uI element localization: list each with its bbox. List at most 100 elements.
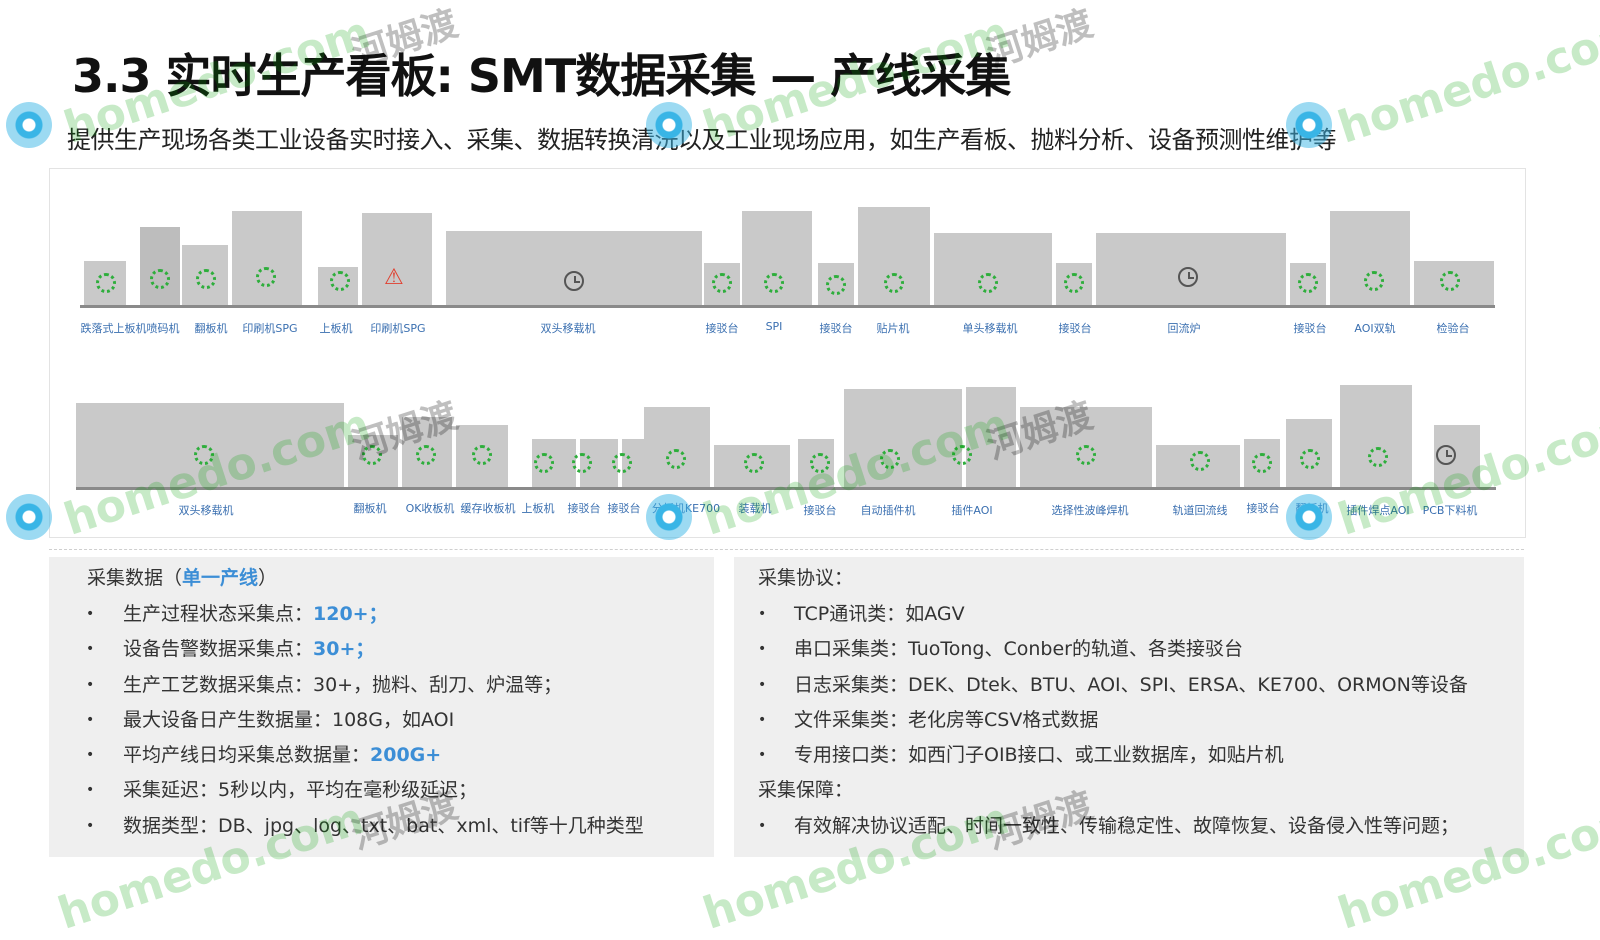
- machine-label: 回流炉: [1167, 322, 1201, 335]
- running-status-icon: [256, 267, 276, 287]
- list-item: • 串口采集类：TuoTong、Conber的轨道、各类接驳台: [758, 638, 1243, 661]
- machine-label: 印刷机SPG: [242, 322, 298, 335]
- machine-dual-transfer-2[interactable]: [76, 403, 344, 487]
- running-status-icon: [1364, 271, 1384, 291]
- list-item: • 专用接口类：如西门子OIB接口、或工业数据库，如贴片机: [758, 744, 1284, 767]
- machine-label: 印刷机SPG: [370, 322, 426, 335]
- list-item: • 生产工艺数据采集点：30+，抛料、刮刀、炉温等；: [86, 673, 563, 696]
- machine-label: 插件焊点AOI: [1346, 504, 1410, 517]
- running-status-icon: [826, 275, 846, 295]
- running-status-icon: [744, 453, 764, 473]
- machine-flipper-1[interactable]: [140, 227, 180, 305]
- machine-label: 接驳台: [819, 322, 853, 335]
- running-status-icon: [194, 445, 214, 465]
- machine-label: 单头移载机: [962, 322, 1018, 335]
- panel-heading: 采集协议：: [758, 567, 854, 589]
- machine-insert-aoi[interactable]: [966, 387, 1016, 487]
- watermark-flower-icon: [6, 102, 52, 148]
- section-divider: [49, 549, 1524, 550]
- running-status-icon: [572, 453, 592, 473]
- collection-protocol-panel: 采集协议： • TCP通讯类：如AGV • 串口采集类：TuoTong、Conber…: [734, 557, 1524, 857]
- list-item: • 有效解决协议适配、时间一致性、传输稳定性、故障恢复、设备侵入性等问题；: [758, 814, 1460, 837]
- running-status-icon: [96, 273, 116, 293]
- watermark-latin: homedo.com: [1332, 7, 1600, 154]
- idle-clock-icon: [1178, 267, 1198, 287]
- machine-label: 翻板机: [194, 322, 228, 335]
- machine-solder-aoi[interactable]: [1340, 385, 1412, 487]
- running-status-icon: [196, 269, 216, 289]
- running-status-icon: [884, 273, 904, 293]
- running-status-icon: [1076, 445, 1096, 465]
- alarm-warning-icon[interactable]: ⚠: [384, 267, 404, 289]
- machine-label: 接驳台: [1293, 322, 1327, 335]
- list-item: • 最大设备日产生数据量：108G，如AOI: [86, 708, 455, 731]
- machine-label: AOI双轨: [1354, 322, 1396, 335]
- panel-heading: 采集数据（单一产线）: [87, 567, 278, 589]
- machine-single-transfer[interactable]: [934, 233, 1052, 305]
- running-status-icon: [880, 449, 900, 469]
- list-item: • 日志采集类：DEK、Dtek、BTU、AOI、SPI、ERSA、KE700、O…: [758, 673, 1468, 696]
- running-status-icon: [1252, 453, 1272, 473]
- machine-label: 翻板机: [353, 502, 387, 515]
- idle-clock-icon: [564, 271, 584, 291]
- machine-label: PCB下料机: [1422, 504, 1478, 517]
- machine-dual-transfer[interactable]: [446, 231, 702, 305]
- list-item: • 采集延迟：5秒以内，平均在毫秒级延迟；: [86, 779, 478, 802]
- running-status-icon: [416, 445, 436, 465]
- machine-label: OK收板机: [405, 502, 455, 515]
- running-status-icon: [1064, 273, 1084, 293]
- running-status-icon: [1298, 273, 1318, 293]
- running-status-icon: [978, 273, 998, 293]
- running-status-icon: [534, 453, 554, 473]
- page-subtitle: 提供生产现场各类工业设备实时接入、采集、数据转换清洗以及工业现场应用，如生产看板…: [67, 126, 1337, 154]
- list-item: • 数据类型：DB、jpg、log、txt、bat、xml、tif等十几种类型: [86, 814, 644, 837]
- machine-label: 接驳台: [1246, 502, 1280, 515]
- running-status-icon: [1190, 451, 1210, 471]
- running-status-icon: [810, 453, 830, 473]
- machine-depanel-ke700[interactable]: [644, 407, 710, 487]
- machine-label: 上板机: [521, 502, 555, 515]
- machine-label: 插件AOI: [951, 504, 993, 517]
- machine-label: 双头移载机: [178, 504, 234, 517]
- machine-printer-spg-2[interactable]: [362, 213, 432, 305]
- machine-label: 接驳台: [567, 502, 601, 515]
- list-item: • TCP通讯类：如AGV: [758, 603, 965, 625]
- machine-label: 接驳台: [607, 502, 641, 515]
- list-item: • 文件采集类：老化房等CSV格式数据: [758, 708, 1099, 731]
- watermark-flower-icon: [6, 494, 52, 540]
- list-item: • 平均产线日均采集总数据量：200G+: [86, 744, 442, 767]
- running-status-icon: [952, 445, 972, 465]
- running-status-icon: [1440, 271, 1460, 291]
- conveyor-line-2: [76, 487, 1496, 490]
- running-status-icon: [150, 269, 170, 289]
- collection-data-list: • 生产过程状态采集点：120+； • 设备告警数据采集点：30+； • 生产工艺数据…: [49, 597, 644, 844]
- machine-label: 接驳台: [705, 322, 739, 335]
- running-status-icon: [764, 273, 784, 293]
- machine-label: 贴片机: [876, 322, 910, 335]
- machine-label: SPI: [765, 320, 783, 333]
- collection-data-panel: 采集数据（单一产线） • 生产过程状态采集点：120+； • 设备告警数据采集点：3…: [49, 557, 714, 857]
- running-status-icon: [1368, 447, 1388, 467]
- machine-auto-insertion[interactable]: [844, 389, 962, 487]
- running-status-icon: [612, 453, 632, 473]
- machine-label: 缓存收板机: [460, 502, 516, 515]
- machine-printer-spg-1[interactable]: [232, 211, 302, 305]
- machine-label: 接驳台: [1058, 322, 1092, 335]
- running-status-icon: [362, 445, 382, 465]
- machine-label: 翻板机: [1295, 502, 1329, 515]
- protocol-list: • TCP通讯类：如AGV • 串口采集类：TuoTong、Conber的轨道、各类…: [734, 597, 1468, 844]
- running-status-icon: [472, 445, 492, 465]
- conveyor-line-1: [80, 305, 1495, 308]
- panel-subheading: 采集保障：: [758, 779, 854, 802]
- list-item: • 生产过程状态采集点：120+；: [86, 603, 388, 625]
- machine-label: 检验台: [1436, 322, 1470, 335]
- list-item: • 设备告警数据采集点：30+；: [86, 638, 375, 661]
- machine-label: 分板机KE700: [651, 502, 721, 515]
- running-status-icon: [666, 449, 686, 469]
- idle-clock-icon: [1436, 445, 1456, 465]
- running-status-icon: [1300, 449, 1320, 469]
- machine-aoi-dual[interactable]: [1330, 211, 1410, 305]
- machine-label: 选择性波峰焊机: [1051, 504, 1129, 517]
- machine-label: 双头移载机: [540, 322, 596, 335]
- page-title: 3.3 实时生产看板: SMT数据采集 — 产线采集: [72, 49, 1011, 103]
